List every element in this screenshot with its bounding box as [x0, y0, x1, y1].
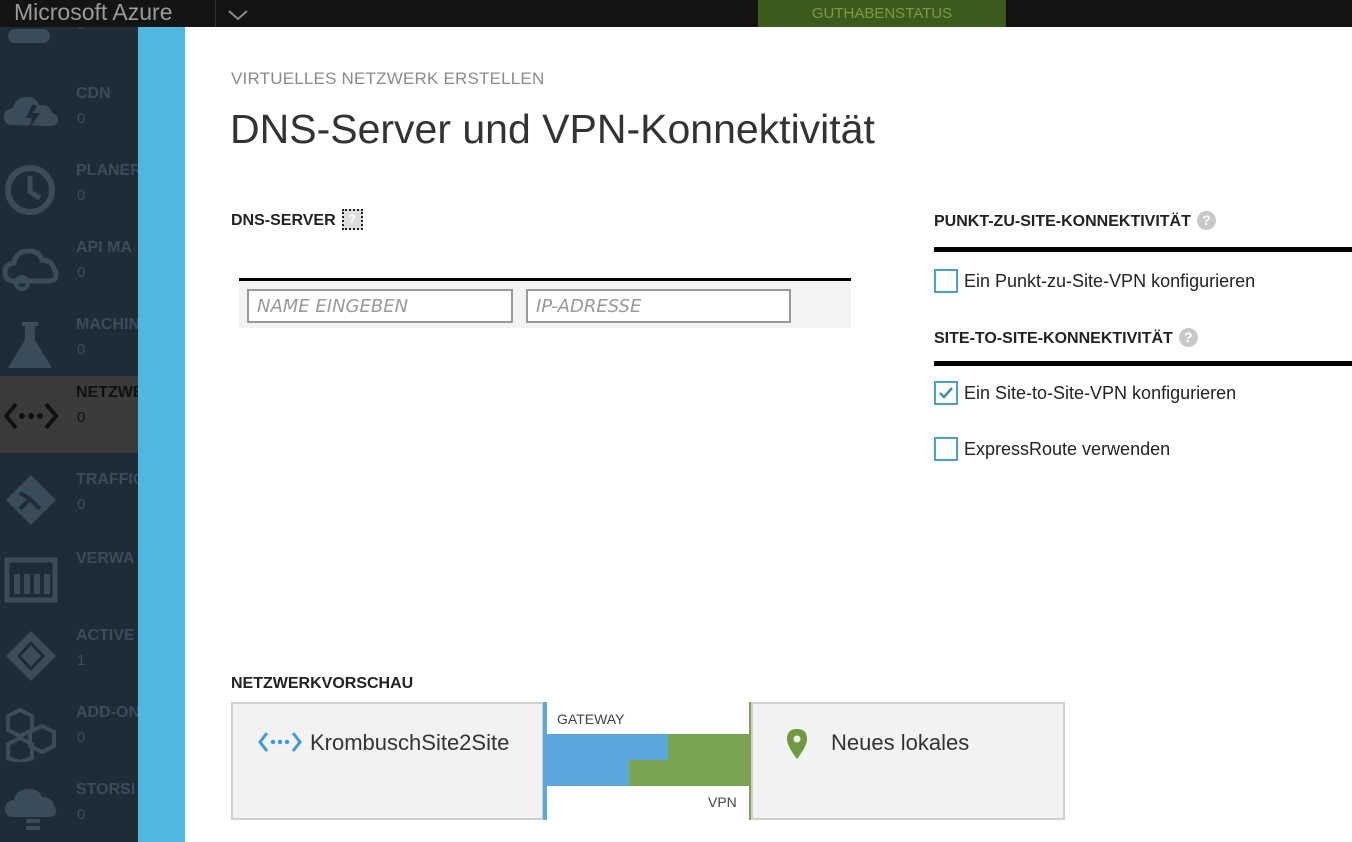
- s2s-checkbox[interactable]: [934, 381, 958, 405]
- wizard-subtitle: VIRTUELLES NETZWERK ERSTELLEN: [231, 69, 545, 88]
- nav-item-label: MACHIN: [76, 316, 138, 333]
- nav-item-networks[interactable]: NETZWE 0: [0, 376, 138, 453]
- network-icon: [258, 732, 302, 752]
- nav-item-active-directory[interactable]: ACTIVE 1: [0, 619, 138, 696]
- p2s-divider: [934, 247, 1352, 252]
- credit-status-button[interactable]: GUTHABENSTATUS: [758, 0, 1006, 27]
- dns-section-header: DNS-SERVER?: [231, 209, 363, 230]
- s2s-checkbox-label[interactable]: Ein Site-to-Site-VPN konfigurieren: [964, 383, 1236, 404]
- local-network-preview-box: Neues lokales: [751, 702, 1065, 820]
- nav-item-label: ACTIVE: [76, 627, 135, 644]
- brand-logo[interactable]: Microsoft Azure: [14, 0, 173, 27]
- help-icon[interactable]: ?: [1196, 211, 1216, 230]
- p2s-checkbox[interactable]: [934, 269, 958, 293]
- nav-item-label: PLANER: [76, 162, 138, 179]
- expressroute-checkbox[interactable]: [934, 437, 958, 461]
- addons-icon: [6, 707, 56, 762]
- nav-item-traffic-manager[interactable]: TRAFFIC 0: [0, 463, 138, 540]
- s2s-divider: [934, 361, 1352, 366]
- p2s-section-label: PUNKT-ZU-SITE-KONNEKTIVITÄT: [934, 213, 1191, 230]
- network-icon: [3, 402, 59, 430]
- vpn-label: VPN: [708, 794, 737, 810]
- network-preview-label: NETZWERKVORSCHAU: [231, 675, 414, 692]
- api-cloud-icon: [2, 248, 59, 291]
- nav-item-service[interactable]: 0: [0, 27, 138, 60]
- help-icon[interactable]: ?: [1178, 328, 1198, 347]
- checkmark-icon: [939, 387, 953, 399]
- flask-icon: [8, 322, 52, 368]
- brand-divider: [215, 0, 216, 27]
- nav-item-count: 0: [77, 110, 86, 127]
- page-title: DNS-Server und VPN-Konnektivität: [230, 106, 875, 152]
- expressroute-checkbox-label[interactable]: ExpressRoute verwenden: [964, 439, 1170, 460]
- p2s-section-header: PUNKT-ZU-SITE-KONNEKTIVITÄT?: [934, 211, 1216, 231]
- nav-item-count: 0: [77, 27, 85, 33]
- help-icon[interactable]: ?: [341, 209, 363, 230]
- nav-item-count: 0: [77, 806, 86, 823]
- nav-item-label: NETZWE: [76, 384, 138, 401]
- dns-ip-input[interactable]: [526, 289, 791, 323]
- top-bar: Microsoft Azure GUTHABENSTATUS: [0, 0, 1352, 27]
- s2s-section-label: SITE-TO-SITE-KONNEKTIVITÄT: [934, 330, 1173, 347]
- dns-server-table: [239, 278, 851, 328]
- gateway-label: GATEWAY: [557, 711, 625, 727]
- left-navigation: 0 CDN 0 PLANER 0 API MA 0 MACHIN 0: [0, 27, 138, 842]
- traffic-manager-icon: [6, 475, 56, 525]
- vpn-bar-top: [668, 734, 749, 786]
- nav-item-count: 0: [77, 496, 86, 513]
- dns-name-input[interactable]: [247, 289, 513, 323]
- location-pin-icon: [787, 729, 807, 759]
- p2s-checkbox-label[interactable]: Ein Punkt-zu-Site-VPN konfigurieren: [964, 271, 1255, 292]
- local-network-name: Neues lokales: [831, 730, 970, 755]
- vnet-name: KrombuschSite2Site: [310, 730, 510, 755]
- dns-section-label: DNS-SERVER: [231, 212, 336, 229]
- active-directory-icon: [6, 631, 56, 681]
- chevron-down-icon[interactable]: [226, 4, 250, 24]
- nav-item-api[interactable]: API MA 0: [0, 231, 138, 308]
- nav-item-label: VERWA: [76, 550, 135, 567]
- nav-item-count: 0: [77, 341, 86, 358]
- nav-item-scheduler[interactable]: PLANER 0: [0, 154, 138, 231]
- nav-item-label: ADD-ON: [76, 704, 138, 721]
- nav-item-count: 0: [77, 187, 86, 204]
- nav-item-label: TRAFFIC: [76, 471, 138, 488]
- nav-item-label: STORSI: [76, 781, 136, 798]
- nav-item-count: 1: [77, 652, 86, 669]
- nav-item-label: CDN: [76, 85, 111, 102]
- vpn-bar-step: [629, 760, 668, 786]
- nav-item-machine-learning[interactable]: MACHIN 0: [0, 308, 138, 385]
- nav-item-count: 0: [77, 409, 86, 426]
- management-icon: [4, 557, 58, 603]
- storsimple-icon: [5, 789, 57, 830]
- cloud-lightning-icon: [4, 97, 59, 131]
- nav-item-count: 0: [77, 729, 86, 746]
- vnet-preview-box: KrombuschSite2Site: [231, 702, 544, 820]
- nav-item-label: API MA: [76, 239, 132, 256]
- s2s-section-header: SITE-TO-SITE-KONNEKTIVITÄT?: [934, 328, 1198, 348]
- nav-item-addons[interactable]: ADD-ON 0: [0, 696, 138, 773]
- nav-item-management[interactable]: VERWA: [0, 542, 138, 619]
- nav-item-storsimple[interactable]: STORSI 0: [0, 773, 138, 842]
- dialog-accent-strip: [138, 27, 185, 842]
- nav-item-count: 0: [77, 264, 86, 281]
- nav-item-cdn[interactable]: CDN 0: [0, 77, 138, 154]
- generic-service-icon: [8, 29, 50, 43]
- scheduler-clock-icon: [5, 165, 55, 215]
